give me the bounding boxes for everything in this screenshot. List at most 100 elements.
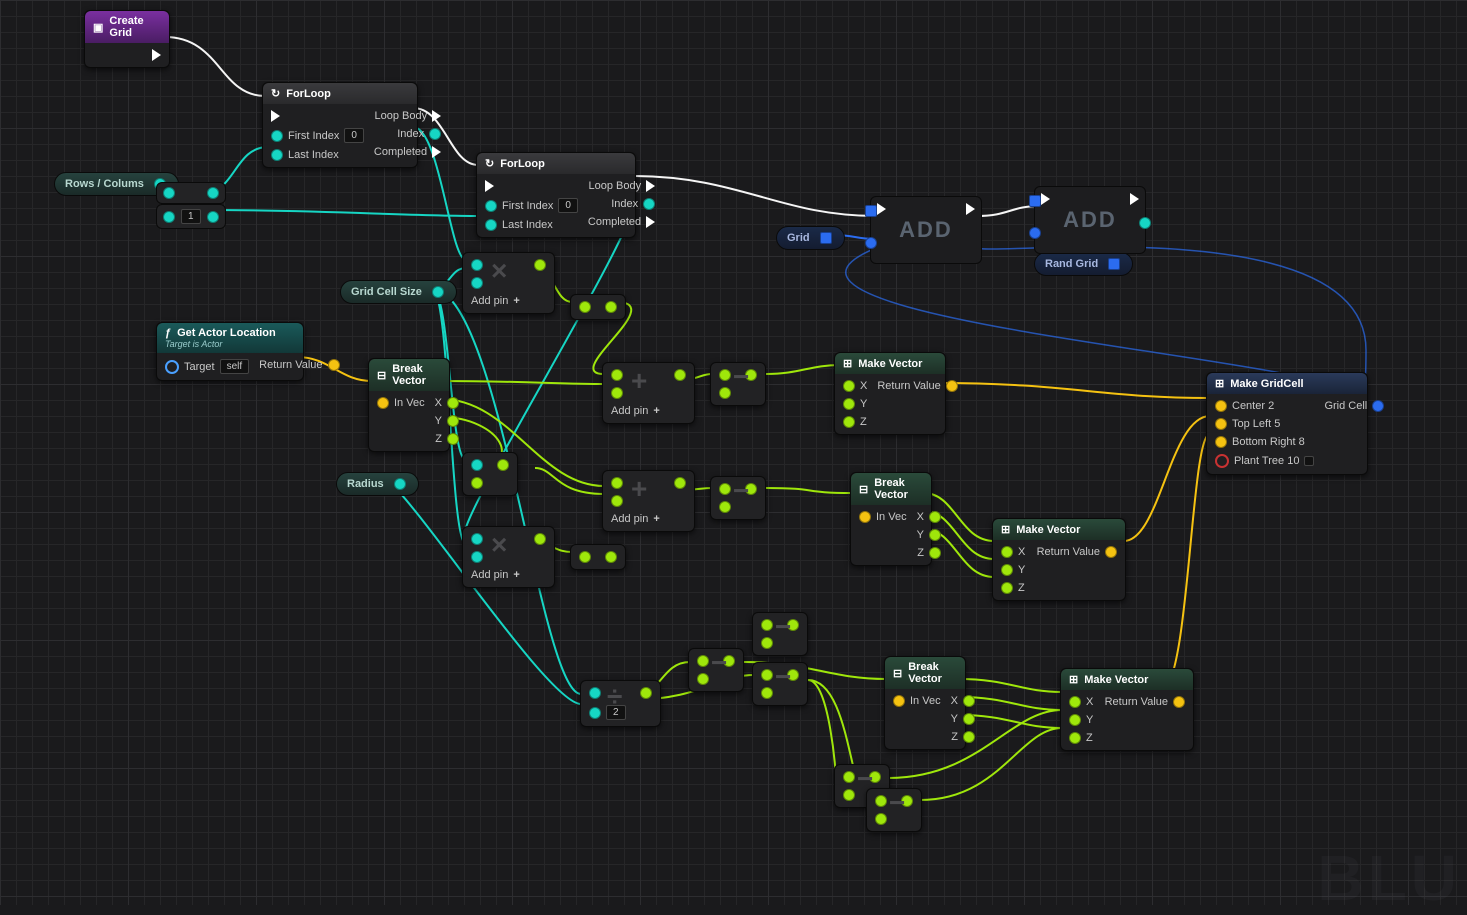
node-forloop-2[interactable]: ↻ForLoop First Index0 Last Index Loop Bo… bbox=[476, 152, 636, 238]
node-int-literal[interactable]: 1 bbox=[156, 204, 226, 229]
pin-return-value[interactable]: Return Value bbox=[1105, 696, 1185, 708]
node-subtract-5[interactable]: − bbox=[752, 612, 808, 656]
pin-b[interactable] bbox=[761, 687, 773, 699]
pin-top-left[interactable]: Top Left 5 bbox=[1215, 418, 1314, 430]
pin-first-index[interactable]: First Index0 bbox=[271, 128, 364, 143]
node-add-float-1[interactable]: Add pin+ + bbox=[602, 362, 695, 424]
pin-b[interactable] bbox=[719, 387, 731, 399]
pin-a[interactable] bbox=[471, 533, 483, 545]
pin-last-index[interactable]: Last Index bbox=[271, 149, 364, 161]
node-subtract-2[interactable]: − bbox=[710, 476, 766, 520]
pin-z[interactable]: Z bbox=[917, 547, 941, 559]
node-reroute-subtract[interactable] bbox=[156, 182, 226, 204]
pin-out[interactable] bbox=[534, 259, 546, 271]
pin-a[interactable] bbox=[611, 477, 623, 489]
pin-y[interactable]: Y bbox=[1001, 564, 1025, 576]
pin-in[interactable] bbox=[163, 187, 175, 199]
node-get-actor-location[interactable]: ƒGet Actor Location Target is Actor Targ… bbox=[156, 322, 304, 381]
pin-out[interactable] bbox=[745, 369, 757, 381]
pin-a[interactable] bbox=[697, 655, 709, 667]
pin-item[interactable] bbox=[1029, 227, 1041, 239]
pin-b[interactable] bbox=[471, 551, 483, 563]
pin-out[interactable] bbox=[605, 301, 617, 313]
pin-plant-tree[interactable]: Plant Tree 10 bbox=[1215, 454, 1314, 468]
pin-loop-body[interactable]: Loop Body bbox=[375, 110, 442, 122]
node-create-grid[interactable]: ▣Create Grid bbox=[84, 10, 170, 68]
pin-x[interactable]: X bbox=[1069, 696, 1093, 708]
pin-index[interactable]: Index bbox=[397, 128, 441, 140]
exec-out[interactable] bbox=[1130, 193, 1139, 205]
pin-a[interactable] bbox=[589, 687, 601, 699]
variable-grid-cell-size[interactable]: Grid Cell Size bbox=[340, 280, 457, 304]
node-make-vector-3[interactable]: ⊞Make Vector X Y Z Return Value bbox=[1060, 668, 1194, 751]
exec-out[interactable] bbox=[152, 49, 161, 61]
pin-z[interactable]: Z bbox=[435, 433, 459, 445]
pin-b[interactable] bbox=[471, 477, 483, 489]
add-pin-button[interactable]: Add pin+ bbox=[611, 405, 660, 417]
node-make-vector-1[interactable]: ⊞Make Vector X Y Z Return Value bbox=[834, 352, 946, 435]
node-make-grid-cell[interactable]: ⊞Make GridCell Center 2 Top Left 5 Botto… bbox=[1206, 372, 1368, 475]
node-add-float-2[interactable]: Add pin+ + bbox=[602, 470, 695, 532]
pin-x[interactable]: X bbox=[917, 511, 941, 523]
exec-in[interactable] bbox=[1041, 193, 1050, 205]
variable-radius[interactable]: Radius bbox=[336, 472, 419, 496]
pin-return-value[interactable]: Return Value bbox=[1037, 546, 1117, 558]
pin-out[interactable] bbox=[640, 687, 652, 699]
pin-y[interactable]: Y bbox=[843, 398, 867, 410]
node-op-small-1[interactable] bbox=[570, 294, 626, 320]
add-pin-button[interactable]: Add pin+ bbox=[471, 295, 520, 307]
exec-in[interactable] bbox=[877, 203, 886, 215]
checkbox[interactable] bbox=[1304, 456, 1314, 466]
node-make-vector-2[interactable]: ⊞Make Vector X Y Z Return Value bbox=[992, 518, 1126, 601]
pin-a[interactable] bbox=[579, 551, 591, 563]
node-subtract-4[interactable]: − bbox=[752, 662, 808, 706]
pin-x[interactable]: X bbox=[435, 397, 459, 409]
node-multiply-1[interactable]: Add pin+ × bbox=[462, 252, 555, 314]
variable-grid[interactable]: Grid bbox=[776, 226, 845, 250]
node-array-add-2[interactable]: ADD bbox=[1034, 186, 1146, 254]
exec-in[interactable] bbox=[485, 180, 578, 192]
pin-last-index[interactable]: Last Index bbox=[485, 219, 578, 231]
add-pin-button[interactable]: Add pin+ bbox=[471, 569, 520, 581]
node-op-small-2[interactable] bbox=[462, 452, 518, 496]
pin-item[interactable] bbox=[865, 237, 877, 249]
pin-completed[interactable]: Completed bbox=[374, 146, 441, 158]
pin-completed[interactable]: Completed bbox=[588, 216, 655, 228]
pin-out[interactable] bbox=[745, 483, 757, 495]
exec-in[interactable] bbox=[271, 110, 364, 122]
pin-x[interactable]: X bbox=[1001, 546, 1025, 558]
pin-b[interactable] bbox=[611, 495, 623, 507]
pin-loop-body[interactable]: Loop Body bbox=[589, 180, 656, 192]
pin-a[interactable] bbox=[611, 369, 623, 381]
node-subtract-1[interactable]: − bbox=[710, 362, 766, 406]
pin-a[interactable] bbox=[875, 795, 887, 807]
node-break-vector-1[interactable]: ⊟Break Vector In Vec X Y Z bbox=[368, 358, 450, 452]
pin-z[interactable]: Z bbox=[843, 416, 867, 428]
pin-b[interactable] bbox=[843, 789, 855, 801]
pin-a[interactable] bbox=[719, 369, 731, 381]
node-break-vector-2[interactable]: ⊟Break Vector In Vec X Y Z bbox=[850, 472, 932, 566]
pin-out[interactable] bbox=[723, 655, 735, 667]
pin-array[interactable] bbox=[1029, 195, 1041, 207]
pin-b[interactable] bbox=[471, 277, 483, 289]
pin-b[interactable] bbox=[611, 387, 623, 399]
pin-out[interactable] bbox=[207, 211, 219, 223]
pin-b[interactable] bbox=[719, 501, 731, 513]
pin-out[interactable] bbox=[787, 669, 799, 681]
pin-out-index[interactable] bbox=[1139, 217, 1151, 229]
pin-in-vec[interactable]: In Vec bbox=[377, 397, 425, 409]
pin-a[interactable] bbox=[761, 669, 773, 681]
node-break-vector-3[interactable]: ⊟Break Vector In Vec X Y Z bbox=[884, 656, 966, 750]
node-subtract-7[interactable]: − bbox=[866, 788, 922, 832]
pin-out[interactable] bbox=[787, 619, 799, 631]
pin-out[interactable] bbox=[534, 533, 546, 545]
pin-a[interactable] bbox=[471, 459, 483, 471]
pin-z[interactable]: Z bbox=[1069, 732, 1093, 744]
pin-b[interactable] bbox=[697, 673, 709, 685]
pin-y[interactable]: Y bbox=[1069, 714, 1093, 726]
pin-b[interactable]: 2 bbox=[589, 705, 626, 720]
node-subtract-3[interactable]: − bbox=[688, 648, 744, 692]
pin-out[interactable] bbox=[674, 477, 686, 489]
pin-a[interactable] bbox=[579, 301, 591, 313]
node-multiply-2[interactable]: Add pin+ × bbox=[462, 526, 555, 588]
